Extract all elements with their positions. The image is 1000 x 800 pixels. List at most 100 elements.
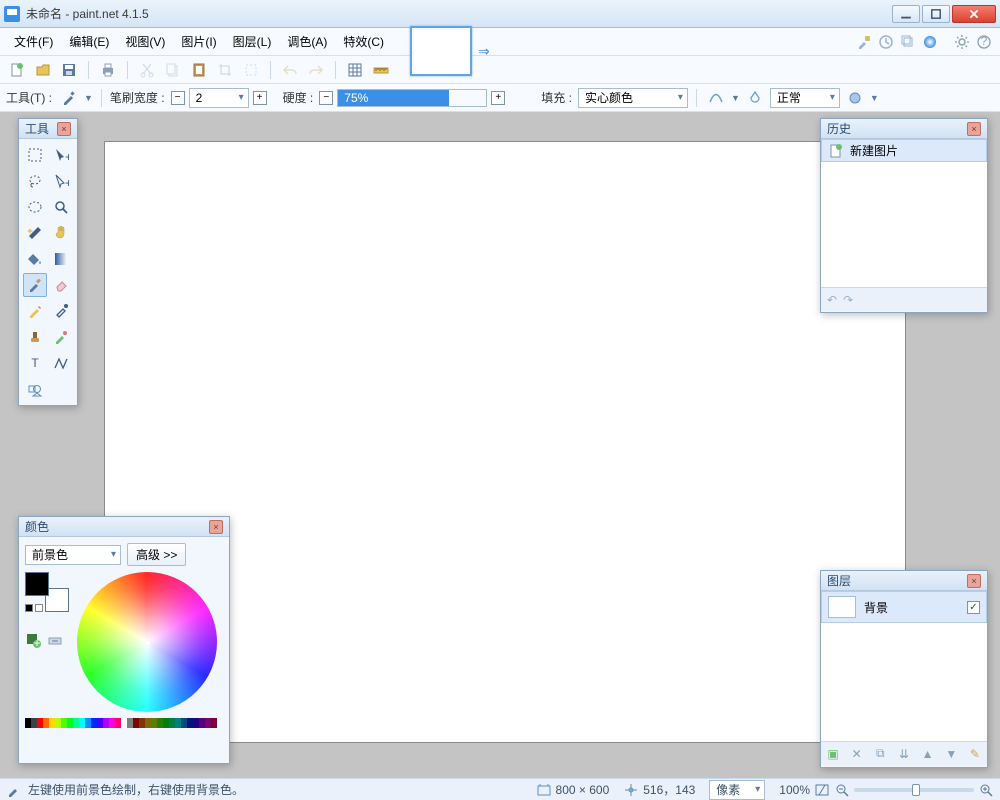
cut-icon[interactable] (136, 59, 158, 81)
print-icon[interactable] (97, 59, 119, 81)
history-redo-icon[interactable]: ↷ (843, 293, 853, 307)
tool-clone-stamp[interactable] (23, 325, 47, 349)
menu-adjust[interactable]: 调色(A) (279, 29, 335, 54)
tool-gradient[interactable] (49, 247, 73, 271)
menu-effects[interactable]: 特效(C) (335, 29, 392, 54)
tool-pencil[interactable] (23, 299, 47, 323)
minimize-button[interactable] (892, 5, 920, 23)
color-target-dropdown[interactable]: 前景色 (25, 545, 121, 565)
layer-down-icon[interactable]: ▼ (943, 746, 959, 762)
menu-image[interactable]: 图片(I) (173, 29, 224, 54)
primary-color-swatch[interactable] (25, 572, 49, 596)
tool-rect-select[interactable] (23, 143, 47, 167)
unit-dropdown[interactable]: 像素 (709, 780, 765, 800)
save-icon[interactable] (58, 59, 80, 81)
menu-view[interactable]: 视图(V) (117, 29, 173, 54)
ruler-icon[interactable] (370, 59, 392, 81)
redo-icon[interactable] (305, 59, 327, 81)
crop-icon[interactable] (214, 59, 236, 81)
history-panel: 历史× 新建图片 ↶ ↷ (820, 118, 988, 313)
tools-window-toggle[interactable] (854, 32, 874, 52)
zoom-window-icon[interactable] (814, 782, 830, 798)
tools-panel: 工具× + + T (18, 118, 78, 406)
tool-magic-wand[interactable] (23, 221, 47, 245)
layer-delete-icon[interactable]: ✕ (849, 746, 865, 762)
tool-eraser[interactable] (49, 273, 73, 297)
new-icon[interactable] (6, 59, 28, 81)
palette-menu-icon[interactable] (47, 632, 63, 648)
swatches[interactable] (25, 572, 69, 612)
history-undo-icon[interactable]: ↶ (827, 293, 837, 307)
layer-add-icon[interactable]: ▣ (825, 746, 841, 762)
antialias-icon[interactable] (705, 87, 727, 109)
status-tool-icon (6, 782, 22, 798)
tool-pan[interactable] (49, 221, 73, 245)
copy-icon[interactable] (162, 59, 184, 81)
undo-icon[interactable] (279, 59, 301, 81)
tools-panel-close[interactable]: × (57, 122, 71, 136)
blend-icon[interactable] (744, 87, 766, 109)
open-icon[interactable] (32, 59, 54, 81)
tool-options-toolbar: 工具(T) : ▼ 笔刷宽度 : − 2 + 硬度 : − 75% + 填充 :… (0, 84, 1000, 112)
tool-paintbrush[interactable] (23, 273, 47, 297)
colors-more-button[interactable]: 高级 >> (127, 543, 186, 566)
tool-text[interactable]: T (23, 351, 47, 375)
history-panel-close[interactable]: × (967, 122, 981, 136)
colors-panel-close[interactable]: × (209, 520, 223, 534)
blend-mode-dropdown[interactable]: 正常 (770, 88, 840, 108)
hardness-increase[interactable]: + (491, 91, 505, 105)
swap-colors-icon[interactable] (25, 604, 43, 612)
palette-swatch[interactable] (211, 718, 217, 728)
brush-width-decrease[interactable]: − (171, 91, 185, 105)
tool-line[interactable] (49, 351, 73, 375)
tool-move-pixels[interactable]: + (49, 169, 73, 193)
tool-lasso[interactable] (23, 169, 47, 193)
colors-window-toggle[interactable] (920, 32, 940, 52)
layer-up-icon[interactable]: ▲ (920, 746, 936, 762)
layers-window-toggle[interactable] (898, 32, 918, 52)
add-color-icon[interactable]: + (25, 632, 41, 648)
history-item[interactable]: 新建图片 (821, 139, 987, 162)
menu-file[interactable]: 文件(F) (6, 29, 61, 54)
layer-visibility-checkbox[interactable]: ✓ (967, 601, 980, 614)
layer-thumbnail (828, 596, 856, 618)
image-list-button[interactable]: ⇒ (478, 43, 490, 60)
colors-panel-title: 颜色 (25, 518, 49, 535)
color-wheel[interactable] (77, 572, 217, 712)
paste-icon[interactable] (188, 59, 210, 81)
deselect-icon[interactable] (240, 59, 262, 81)
brush-width-input[interactable]: 2 (189, 88, 249, 108)
tool-ellipse-select[interactable] (23, 195, 47, 219)
tool-recolor[interactable] (49, 325, 73, 349)
tool-shapes[interactable] (23, 377, 47, 401)
history-window-toggle[interactable] (876, 32, 896, 52)
layer-duplicate-icon[interactable]: ⧉ (872, 746, 888, 762)
maximize-button[interactable] (922, 5, 950, 23)
help-icon[interactable]: ? (974, 32, 994, 52)
color-palette[interactable] (25, 718, 223, 728)
layer-row[interactable]: 背景 ✓ (821, 591, 987, 623)
zoom-in-icon[interactable] (978, 782, 994, 798)
settings-icon[interactable] (952, 32, 972, 52)
tool-color-picker[interactable] (49, 299, 73, 323)
grid-icon[interactable] (344, 59, 366, 81)
close-button[interactable] (952, 5, 996, 23)
current-tool-icon[interactable] (58, 87, 80, 109)
tool-label: 工具(T) : (6, 89, 52, 106)
document-thumb[interactable] (410, 26, 472, 76)
tool-fill[interactable] (23, 247, 47, 271)
zoom-slider[interactable] (854, 788, 974, 792)
menu-edit[interactable]: 编辑(E) (61, 29, 117, 54)
fill-dropdown[interactable]: 实心颜色 (578, 88, 688, 108)
layer-merge-icon[interactable]: ⇊ (896, 746, 912, 762)
brush-width-increase[interactable]: + (253, 91, 267, 105)
tool-move-selection[interactable]: + (49, 143, 73, 167)
menu-layer[interactable]: 图层(L) (225, 29, 280, 54)
hardness-slider[interactable]: 75% (337, 89, 487, 107)
tool-zoom[interactable] (49, 195, 73, 219)
hardness-decrease[interactable]: − (319, 91, 333, 105)
layers-panel-close[interactable]: × (967, 574, 981, 588)
zoom-out-icon[interactable] (834, 782, 850, 798)
selection-mode-icon[interactable] (844, 87, 866, 109)
layer-properties-icon[interactable]: ✎ (967, 746, 983, 762)
